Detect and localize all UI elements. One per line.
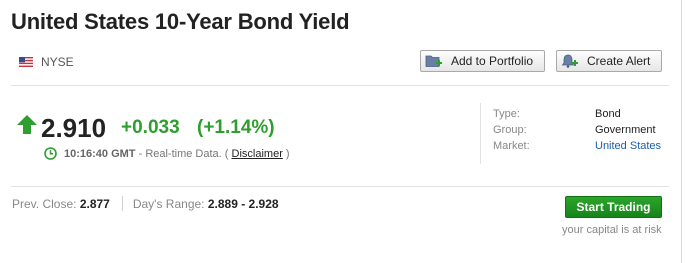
start-trading-button[interactable]: Start Trading — [565, 196, 662, 218]
quote-time-row: 10:16:40 GMT - Real-time Data. ( Disclai… — [44, 147, 290, 160]
quote-time: 10:16:40 GMT — [64, 147, 136, 160]
days-range-label: Day's Range: — [132, 196, 205, 211]
portfolio-add-icon — [425, 55, 442, 67]
disclaimer-link[interactable]: Disclaimer — [232, 148, 283, 160]
clock-icon — [44, 147, 57, 160]
close-paren: ) — [285, 147, 290, 160]
right-border — [681, 0, 682, 263]
divider-top — [11, 85, 669, 86]
divider-bottom — [11, 186, 669, 187]
group-value: Government — [595, 124, 656, 136]
exchange-label: NYSE — [41, 55, 74, 69]
last-price: 2.910 — [41, 113, 107, 143]
price-change-percent: (+1.14%) — [197, 117, 275, 138]
us-flag-icon — [19, 57, 33, 67]
add-to-portfolio-button[interactable]: Add to Portfolio — [420, 50, 545, 72]
realtime-note: - Real-time Data. ( — [138, 147, 229, 160]
type-label: Type: — [493, 108, 520, 120]
add-to-portfolio-label: Add to Portfolio — [451, 54, 534, 68]
create-alert-button[interactable]: Create Alert — [556, 50, 662, 72]
price-change: +0.033 — [121, 117, 180, 138]
risk-note: your capital is at risk — [562, 224, 662, 236]
stats-divider — [121, 196, 123, 211]
type-value: Bond — [595, 108, 621, 120]
market-link[interactable]: United States — [595, 140, 661, 152]
days-range-value: 2.889 - 2.928 — [207, 196, 279, 211]
group-label: Group: — [493, 124, 527, 136]
prev-close-value: 2.877 — [79, 196, 110, 211]
info-separator — [480, 103, 481, 164]
alert-bell-add-icon — [561, 54, 578, 68]
page-title: United States 10-Year Bond Yield — [11, 9, 350, 34]
arrow-up-icon — [17, 115, 37, 134]
exchange-info: NYSE — [19, 55, 74, 69]
market-label: Market: — [493, 140, 530, 152]
price-stats: Prev. Close: 2.877 Day's Range: 2.889 - … — [12, 196, 279, 211]
create-alert-label: Create Alert — [587, 54, 651, 68]
prev-close-label: Prev. Close: — [12, 196, 77, 211]
